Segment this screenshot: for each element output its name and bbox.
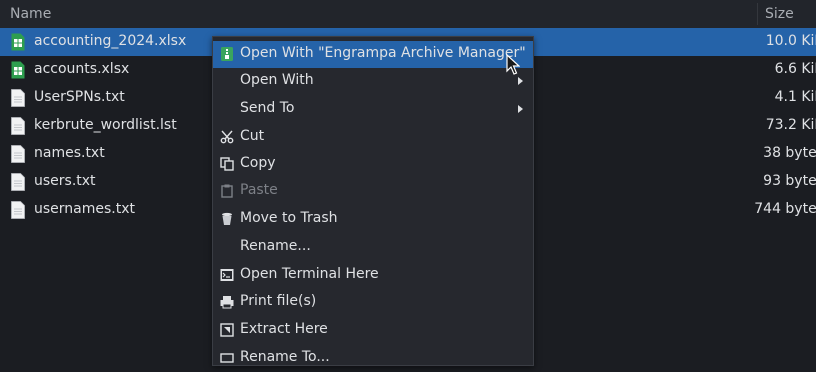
file-size: 93 bytes — [763, 173, 816, 189]
file-size: 4.1 KiB — [774, 89, 816, 105]
column-header-name[interactable]: Name — [10, 6, 51, 22]
menu-item-print[interactable]: Print file(s) — [213, 289, 533, 316]
spreadsheet-file-icon — [11, 61, 25, 79]
file-name: usernames.txt — [34, 201, 136, 217]
text-file-icon — [11, 173, 25, 191]
menu-item-cut[interactable]: Cut — [213, 124, 533, 151]
menu-item-label: Print file(s) — [240, 293, 317, 309]
file-size: 38 bytes — [763, 145, 816, 161]
menu-item-rename-to[interactable]: Rename To... — [213, 345, 533, 372]
column-divider[interactable] — [757, 3, 758, 25]
file-size: 10.0 KiB — [765, 33, 816, 49]
menu-item-open-with-engrampa[interactable]: Open With "Engrampa Archive Manager" — [213, 41, 533, 68]
menu-item-open-with[interactable]: Open With — [213, 68, 533, 95]
copy-icon — [220, 157, 234, 171]
clipboard-icon — [220, 184, 234, 198]
file-name: accounting_2024.xlsx — [34, 33, 187, 49]
terminal-icon — [220, 268, 234, 282]
text-file-icon — [11, 117, 25, 135]
menu-item-send-to[interactable]: Send To — [213, 96, 533, 123]
menu-item-copy[interactable]: Copy — [213, 151, 533, 178]
engrampa-icon — [220, 47, 234, 61]
rename-icon — [220, 351, 234, 365]
trash-icon — [220, 212, 234, 226]
submenu-arrow-icon — [518, 105, 523, 113]
menu-item-label: Open With "Engrampa Archive Manager" — [240, 45, 526, 61]
file-name: users.txt — [34, 173, 96, 189]
menu-item-label: Send To — [240, 100, 295, 116]
file-size: 744 bytes — [754, 201, 816, 217]
menu-item-label: Open Terminal Here — [240, 266, 379, 282]
menu-item-move-to-trash[interactable]: Move to Trash — [213, 206, 533, 233]
file-name: UserSPNs.txt — [34, 89, 125, 105]
column-header: Name Size — [0, 0, 816, 29]
menu-item-label: Cut — [240, 128, 265, 144]
menu-item-open-terminal[interactable]: Open Terminal Here — [213, 262, 533, 289]
scissors-icon — [220, 130, 234, 144]
menu-item-rename[interactable]: Rename... — [213, 234, 533, 261]
menu-item-label: Extract Here — [240, 321, 328, 337]
extract-icon — [220, 323, 234, 337]
printer-icon — [220, 295, 234, 309]
mouse-pointer-icon — [506, 54, 520, 75]
file-size: 6.6 KiB — [774, 61, 816, 77]
file-name: kerbrute_wordlist.lst — [34, 117, 177, 133]
column-header-size[interactable]: Size — [765, 6, 794, 22]
spreadsheet-file-icon — [11, 33, 25, 51]
menu-item-label: Move to Trash — [240, 210, 338, 226]
text-file-icon — [11, 201, 25, 219]
menu-item-label: Paste — [240, 182, 278, 198]
file-name: accounts.xlsx — [34, 61, 130, 77]
text-file-icon — [11, 145, 25, 163]
menu-item-paste[interactable]: Paste — [213, 178, 533, 205]
file-size: 73.2 KiB — [765, 117, 816, 133]
context-menu: Open With "Engrampa Archive Manager" Ope… — [212, 36, 534, 366]
menu-item-label: Open With — [240, 72, 314, 88]
menu-item-label: Copy — [240, 155, 276, 171]
menu-item-label: Rename To... — [240, 349, 330, 365]
file-name: names.txt — [34, 145, 105, 161]
menu-item-extract-here[interactable]: Extract Here — [213, 317, 533, 344]
menu-item-label: Rename... — [240, 238, 311, 254]
text-file-icon — [11, 89, 25, 107]
submenu-arrow-icon — [518, 77, 523, 85]
